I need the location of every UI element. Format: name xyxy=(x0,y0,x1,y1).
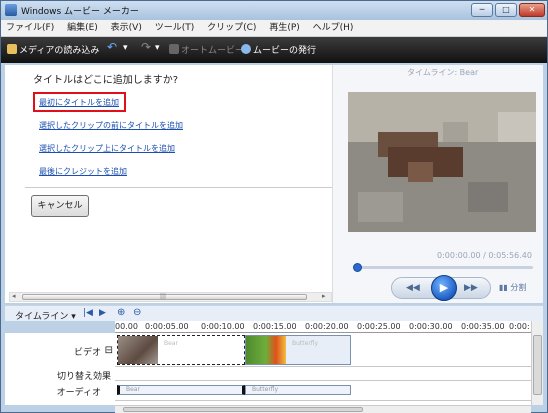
clip-name: Bear xyxy=(164,340,178,347)
previous-frame-icon[interactable]: ◀◀ xyxy=(406,283,420,293)
publish-movie-label: ムービーの発行 xyxy=(253,46,317,56)
clip-thumbnail xyxy=(246,336,286,364)
audio-clip-name: Bear xyxy=(126,386,140,393)
audio-clip-name: Butterfly xyxy=(252,386,279,393)
player-controls: ◀◀ ▶ ▶▶ xyxy=(391,275,491,301)
scroll-right-icon[interactable]: ▸ xyxy=(322,292,326,300)
clip-name: Butterfly xyxy=(292,340,319,347)
maximize-button[interactable]: □ xyxy=(495,3,517,17)
audio-clip[interactable]: Bear xyxy=(117,385,245,395)
split-button[interactable]: ▮▮ 分割 xyxy=(499,282,526,293)
add-credits-at-end-link[interactable]: 最後にクレジットを追加 xyxy=(39,166,127,177)
timeline-vertical-scrollbar[interactable] xyxy=(531,321,543,405)
add-title-on-clip-link[interactable]: 選択したクリップ上にタイトルを追加 xyxy=(39,143,175,154)
panel-question: タイトルはどこに追加しますか? xyxy=(33,75,179,86)
audio-clip[interactable]: Butterfly xyxy=(245,385,351,395)
redo-dropdown[interactable]: ▾ xyxy=(155,43,160,53)
vertical-scroll-thumb[interactable] xyxy=(533,335,542,395)
next-frame-icon[interactable]: ▶▶ xyxy=(464,283,478,293)
menu-help[interactable]: ヘルプ(H) xyxy=(308,20,359,37)
import-media-button[interactable]: メディアの読み込み xyxy=(7,43,99,56)
ruler-tick-label: 0:00:35.00 xyxy=(461,322,505,331)
undo-dropdown[interactable]: ▾ xyxy=(123,43,128,53)
menu-play[interactable]: 再生(P) xyxy=(264,20,304,37)
redo-icon[interactable]: ↷ xyxy=(141,40,151,54)
timeline-view-dropdown[interactable]: タイムライン ▾ xyxy=(15,309,76,322)
automovie-icon xyxy=(169,44,179,54)
transition-track-label: 切り替え効果 xyxy=(56,372,111,382)
timeline-play-icon[interactable]: ▶ xyxy=(99,308,106,318)
import-media-label: メディアの読み込み xyxy=(19,46,100,56)
split-icon: ▮▮ xyxy=(499,283,511,292)
preview-timeline-label: タイムライン: Bear xyxy=(407,68,479,77)
app-window: Windows ムービー メーカー ─ □ ✕ ファイル(F) 編集(E) 表示… xyxy=(0,0,548,413)
automovie-label: オートムービー xyxy=(181,46,245,56)
title-bar: Windows ムービー メーカー ─ □ ✕ xyxy=(1,1,547,20)
ruler-tick-label: 0:00:05.00 xyxy=(145,322,189,331)
timeline-scroll-thumb[interactable] xyxy=(123,407,363,412)
ruler-tick-label: 0:00:10.00 xyxy=(201,322,245,331)
preview-monitor xyxy=(348,92,536,232)
video-clip[interactable]: Butterfly xyxy=(245,335,351,365)
rewind-icon[interactable]: |◀ xyxy=(83,308,93,318)
close-button[interactable]: ✕ xyxy=(519,3,545,17)
movie-maker-icon xyxy=(5,4,17,16)
zoom-out-icon[interactable]: ⊖ xyxy=(133,307,141,318)
ruler-tick-label: 00.00 xyxy=(115,322,138,331)
menu-bar: ファイル(F) 編集(E) 表示(V) ツール(T) クリップ(C) 再生(P)… xyxy=(1,20,547,37)
video-track-label: ビデオ xyxy=(73,348,101,358)
split-label: 分割 xyxy=(510,283,527,292)
seek-knob[interactable] xyxy=(353,263,362,272)
add-title-before-clip-link[interactable]: 選択したクリップの前にタイトルを追加 xyxy=(39,120,183,131)
automovie-button[interactable]: オートムービー xyxy=(169,43,244,56)
horizontal-scrollbar[interactable]: ◂ ||| ▸ xyxy=(9,292,332,302)
publish-movie-button[interactable]: ムービーの発行 xyxy=(241,43,316,56)
undo-icon[interactable]: ↶ xyxy=(107,40,117,54)
menu-edit[interactable]: 編集(E) xyxy=(62,20,103,37)
import-media-icon xyxy=(7,44,17,54)
main-area: タイトルはどこに追加しますか? 最初にタイトルを追加 選択したクリップの前にタイ… xyxy=(5,65,543,303)
timecode: 0:00:00.00 / 0:05:56.40 xyxy=(437,251,532,260)
publish-movie-icon xyxy=(241,44,251,54)
menu-tools[interactable]: ツール(T) xyxy=(150,20,200,37)
menu-file[interactable]: ファイル(F) xyxy=(1,20,59,37)
ruler-tick-label: 0:00: xyxy=(509,322,530,331)
ruler-tick-label: 0:00:20.00 xyxy=(305,322,349,331)
timeline-tracks: Bear Butterfly Bear Butterfly xyxy=(115,333,531,405)
menu-view[interactable]: 表示(V) xyxy=(106,20,147,37)
zoom-in-icon[interactable]: ⊕ xyxy=(117,307,125,318)
add-title-at-beginning-link[interactable]: 最初にタイトルを追加 xyxy=(39,97,119,108)
ruler-tick-label: 0:00:15.00 xyxy=(253,322,297,331)
toolbar: メディアの読み込み ↶ ▾ ↷ ▾ オートムービー ムービーの発行 xyxy=(1,37,547,63)
collapse-video-icon[interactable]: ⊟ xyxy=(105,345,113,356)
play-button[interactable]: ▶ xyxy=(431,275,457,301)
clip-thumbnail xyxy=(118,336,158,364)
transition-lane xyxy=(115,367,531,381)
window-title: Windows ムービー メーカー xyxy=(21,7,139,17)
minimize-button[interactable]: ─ xyxy=(471,3,493,17)
video-clip[interactable]: Bear xyxy=(117,335,245,365)
divider xyxy=(25,187,332,188)
cancel-button[interactable]: キャンセル xyxy=(31,195,89,217)
ruler-tick-label: 0:00:30.00 xyxy=(409,322,453,331)
timeline-horizontal-scrollbar[interactable] xyxy=(115,405,531,413)
audio-track-label: オーディオ xyxy=(56,388,101,398)
menu-clip[interactable]: クリップ(C) xyxy=(202,20,261,37)
title-task-panel: タイトルはどこに追加しますか? 最初にタイトルを追加 選択したクリップの前にタイ… xyxy=(5,65,332,291)
seek-bar[interactable] xyxy=(353,263,533,272)
scroll-left-icon[interactable]: ◂ xyxy=(12,292,16,300)
scroll-grip-icon: ||| xyxy=(160,293,167,300)
ruler-tick-label: 0:00:25.00 xyxy=(357,322,401,331)
track-labels: ビデオ ⊟ 切り替え効果 オーディオ xyxy=(5,333,115,405)
timeline-ruler[interactable]: 00.00 0:00:05.00 0:00:10.00 0:00:15.00 0… xyxy=(115,321,531,333)
preview-panel: タイムライン: Bear 0:00:00.00 / 0:05:56.40 ◀◀ … xyxy=(332,65,543,303)
timeline-toolbar: タイムライン ▾ |◀ ▶ ⊕ ⊖ xyxy=(5,305,543,322)
